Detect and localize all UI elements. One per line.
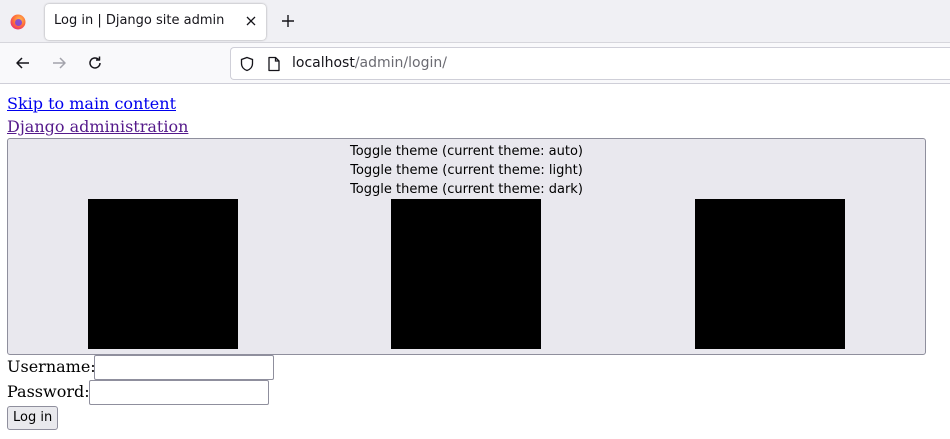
theme-toggle-button[interactable]: Toggle theme (current theme: auto) Toggl… xyxy=(7,138,926,355)
close-icon[interactable] xyxy=(244,14,258,28)
password-label: Password: xyxy=(7,382,90,401)
shield-icon[interactable] xyxy=(239,56,255,72)
theme-dark-icon xyxy=(695,199,845,349)
url-bar[interactable]: localhost/admin/login/ xyxy=(230,47,950,80)
theme-toggle-label-light: Toggle theme (current theme: light) xyxy=(350,163,583,178)
theme-auto-icon xyxy=(88,199,238,349)
page-icon[interactable] xyxy=(267,56,281,72)
browser-nav-bar: localhost/admin/login/ xyxy=(0,43,950,84)
username-label: Username: xyxy=(7,357,96,376)
theme-toggle-label-auto: Toggle theme (current theme: auto) xyxy=(350,144,583,159)
theme-light-icon xyxy=(391,199,541,349)
password-input[interactable] xyxy=(89,380,269,405)
username-input[interactable] xyxy=(94,355,274,380)
browser-tab-bar: Log in | Django site admin xyxy=(0,0,950,43)
browser-tab[interactable]: Log in | Django site admin xyxy=(45,4,266,40)
theme-toggle-label-dark: Toggle theme (current theme: dark) xyxy=(350,182,583,197)
url-text[interactable]: localhost/admin/login/ xyxy=(292,55,447,71)
url-host: localhost xyxy=(292,55,355,71)
tab-title: Log in | Django site admin xyxy=(54,13,225,28)
login-button[interactable]: Log in xyxy=(7,406,59,430)
firefox-logo-icon[interactable] xyxy=(10,14,26,30)
url-path: /admin/login/ xyxy=(354,55,447,71)
arrow-right-icon[interactable] xyxy=(51,55,67,71)
reload-icon[interactable] xyxy=(87,55,103,71)
arrow-left-icon[interactable] xyxy=(15,55,31,71)
site-name-link[interactable]: Django administration xyxy=(7,117,188,136)
skip-to-main-link[interactable]: Skip to main content xyxy=(7,94,176,113)
plus-icon[interactable] xyxy=(281,14,295,28)
